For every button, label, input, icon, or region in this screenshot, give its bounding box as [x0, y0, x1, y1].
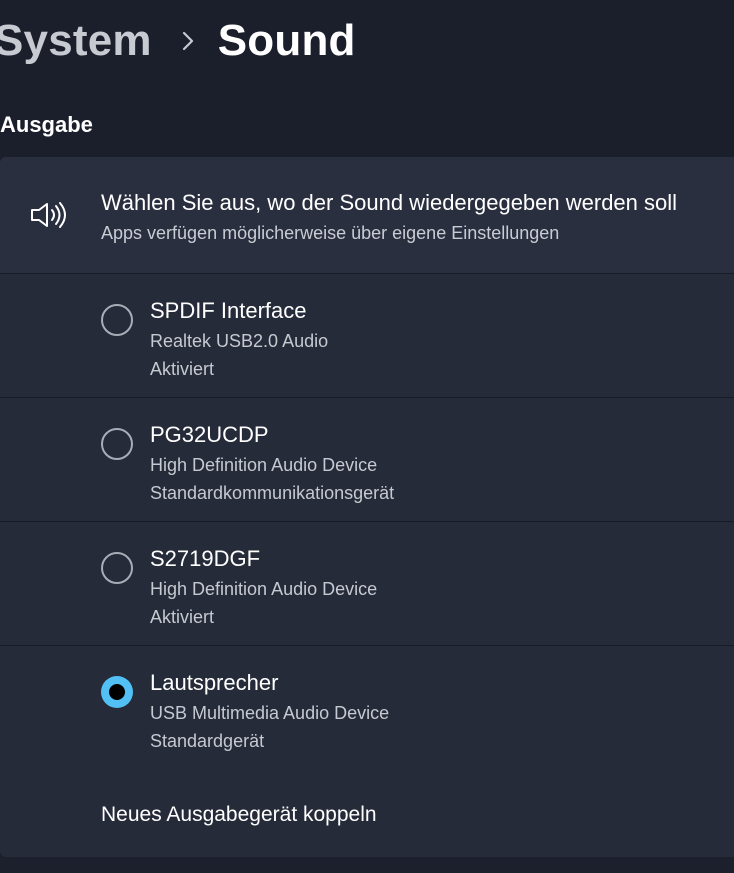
device-radio[interactable]	[101, 428, 133, 460]
section-title: Ausgabe	[0, 112, 93, 137]
breadcrumb-parent-link[interactable]: System	[0, 16, 152, 66]
pair-new-output-device-label: Neues Ausgabegerät koppeln	[101, 803, 377, 826]
output-header-title: Wählen Sie aus, wo der Sound wiedergegeb…	[101, 190, 678, 215]
chevron-right-icon	[182, 31, 194, 51]
speaker-icon	[30, 201, 68, 229]
device-description: High Definition Audio Device	[150, 579, 378, 599]
device-description: Realtek USB2.0 Audio	[150, 331, 329, 351]
device-description: USB Multimedia Audio Device	[150, 703, 390, 723]
device-row-s2719dgf[interactable]: S2719DGF High Definition Audio Device Ak…	[0, 522, 734, 646]
device-radio[interactable]	[101, 552, 133, 584]
device-row-pg32ucdp[interactable]: PG32UCDP High Definition Audio Device St…	[0, 398, 734, 522]
device-status: Standardgerät	[150, 731, 265, 751]
device-name: Lautsprecher	[150, 670, 279, 695]
page-title: Sound	[217, 16, 356, 65]
device-status: Standardkommunikationsgerät	[150, 483, 395, 503]
device-name: PG32UCDP	[150, 422, 269, 447]
device-row-spdif-interface[interactable]: SPDIF Interface Realtek USB2.0 Audio Akt…	[0, 274, 734, 398]
device-status: Aktiviert	[150, 359, 215, 379]
output-header-subtitle: Apps verfügen möglicherweise über eigene…	[101, 223, 560, 243]
next-section-edge	[0, 857, 734, 873]
device-radio[interactable]	[101, 304, 133, 336]
device-name: S2719DGF	[150, 546, 261, 571]
breadcrumb: System Sound	[0, 16, 356, 66]
device-status: Aktiviert	[150, 607, 215, 627]
device-row-lautsprecher[interactable]: Lautsprecher USB Multimedia Audio Device…	[0, 646, 734, 770]
device-description: High Definition Audio Device	[150, 455, 378, 475]
output-header[interactable]: Wählen Sie aus, wo der Sound wiedergegeb…	[0, 157, 734, 274]
pair-new-output-device-button[interactable]: Neues Ausgabegerät koppeln	[0, 769, 734, 857]
device-name: SPDIF Interface	[150, 298, 307, 323]
device-radio-selected[interactable]	[101, 676, 133, 708]
output-panel: Wählen Sie aus, wo der Sound wiedergegeb…	[0, 157, 734, 857]
